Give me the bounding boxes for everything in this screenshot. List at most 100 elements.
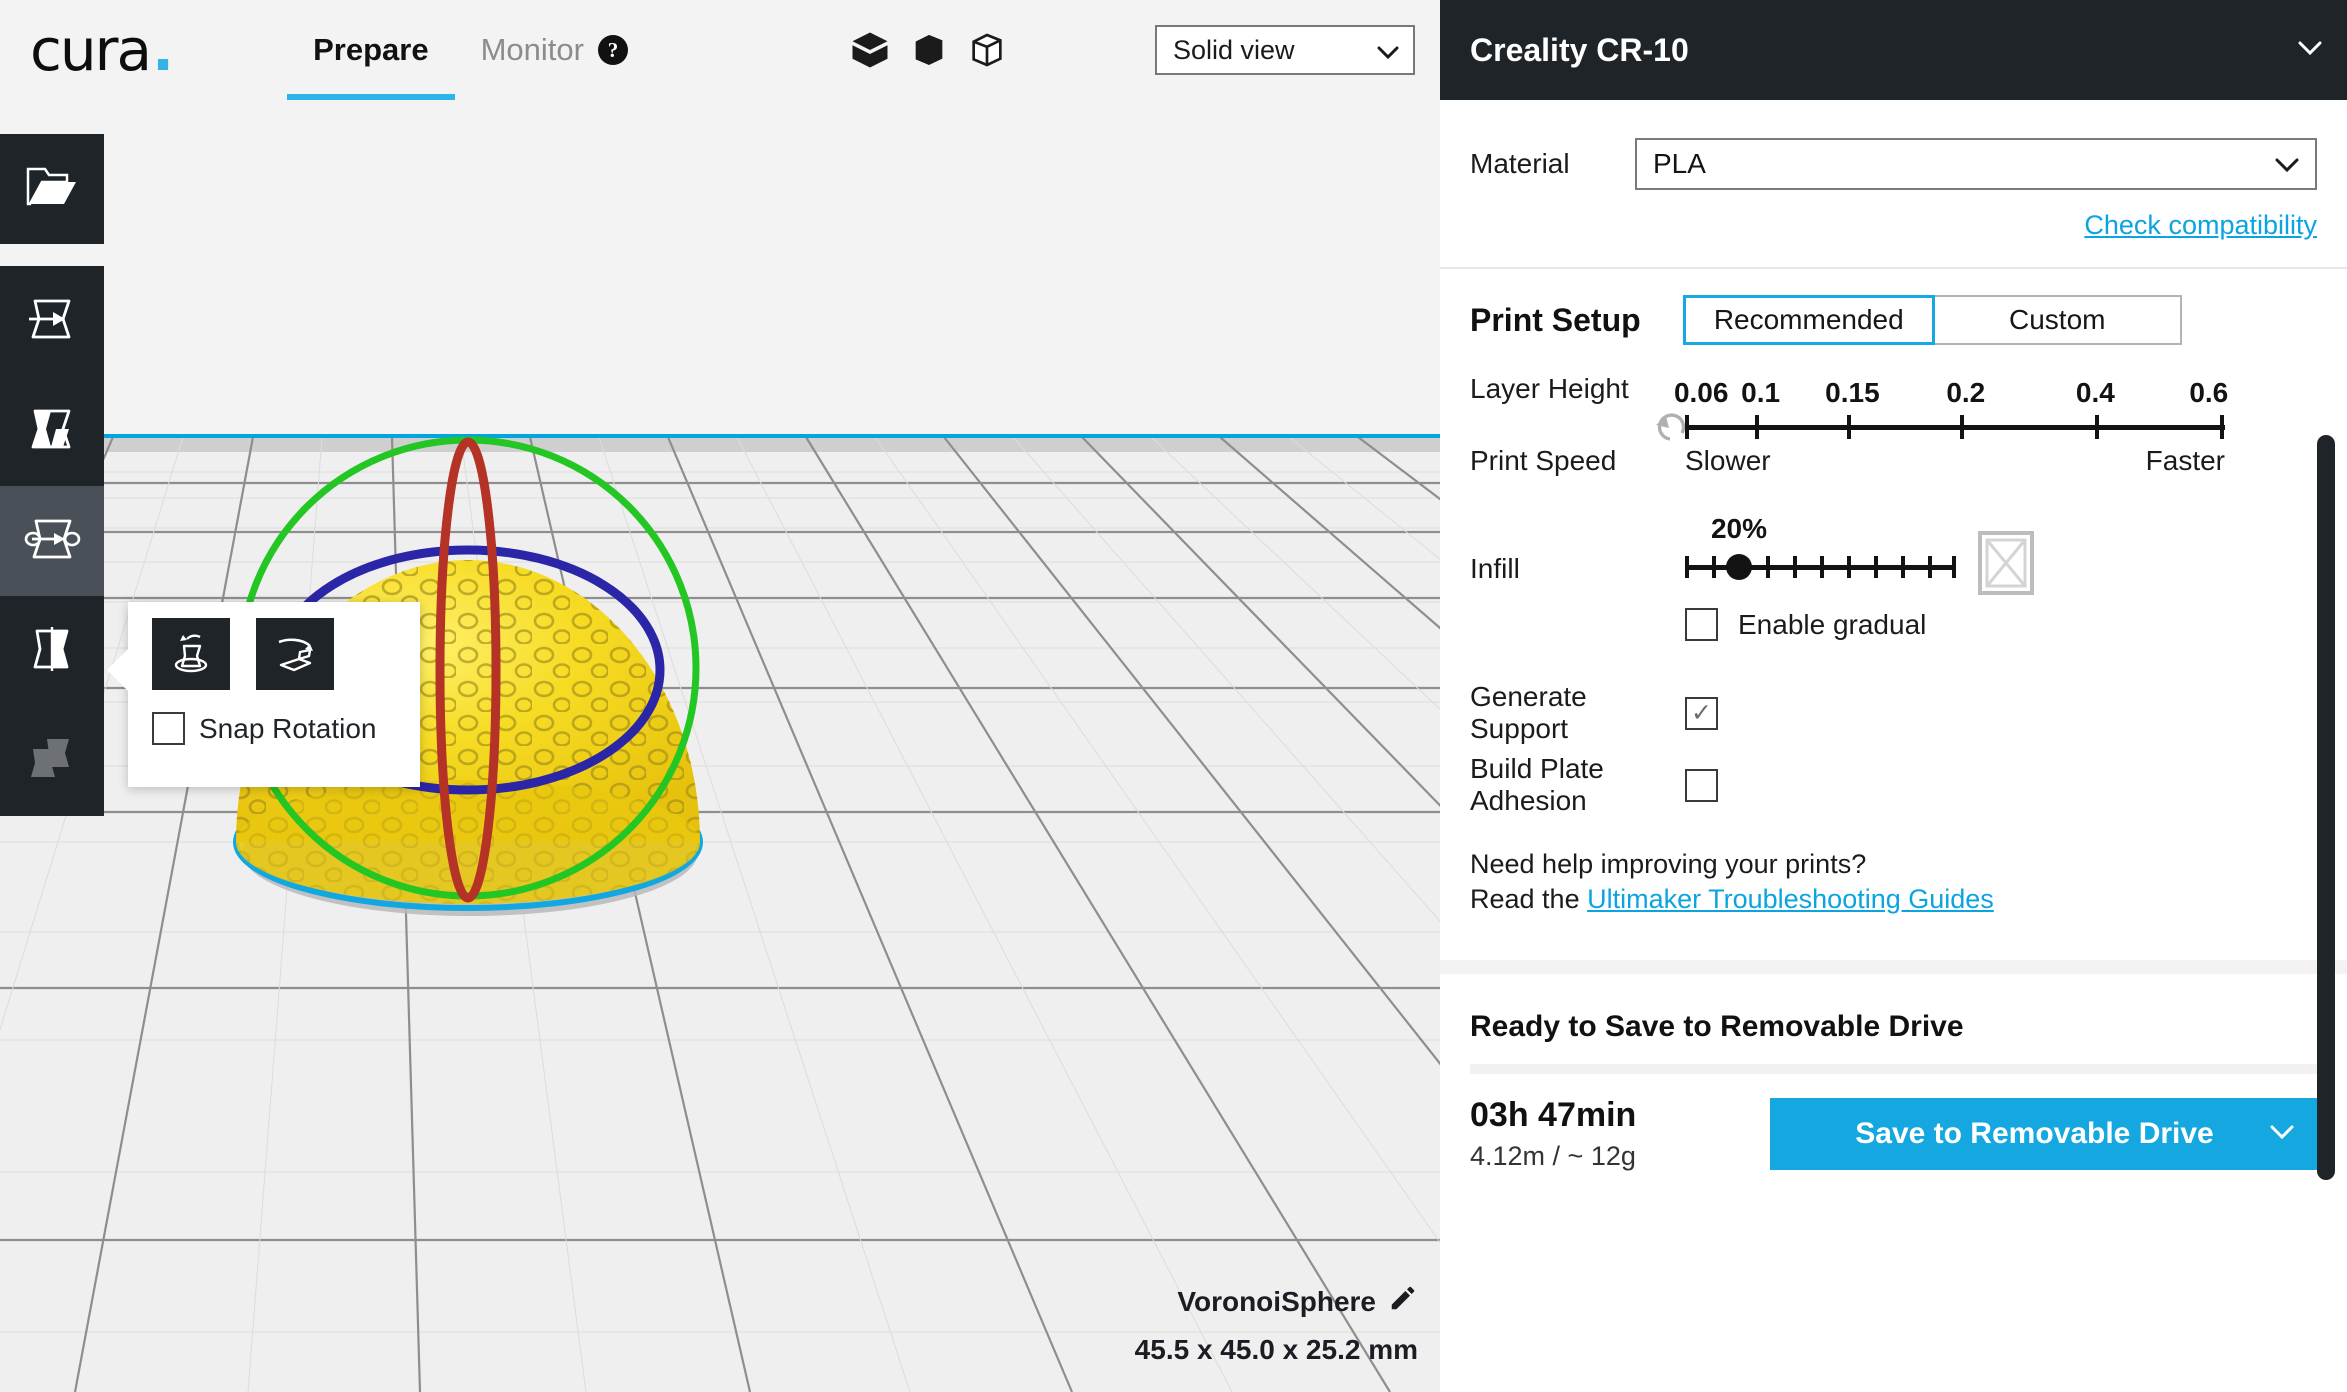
- view-mode-select[interactable]: Solid view: [1155, 25, 1415, 75]
- print-speed-endpoints: Slower Faster: [1685, 445, 2225, 477]
- tab-monitor[interactable]: Monitor ?: [455, 0, 654, 100]
- enable-gradual-label: Enable gradual: [1738, 608, 1927, 640]
- sidebar-scrollbar[interactable]: [2317, 435, 2335, 1180]
- layer-height-tick-label: 0.1: [1741, 377, 1781, 408]
- half-shaded-cube-icon[interactable]: [909, 30, 949, 70]
- cura-application-window: cura. Prepare Monitor ? Solid view Voron…: [0, 0, 2347, 1392]
- scale-model-icon: [21, 403, 83, 460]
- solid-cube-icon[interactable]: [849, 29, 891, 71]
- tool-per-model-settings[interactable]: [0, 706, 104, 816]
- mode-recommended-label: Recommended: [1713, 304, 1904, 335]
- layer-height-label: Layer Height: [1470, 373, 1629, 404]
- layer-height-tick: [1755, 415, 1760, 439]
- mode-custom-button[interactable]: Custom: [1932, 295, 2182, 345]
- tab-prepare-label: Prepare: [313, 32, 429, 67]
- infill-slider[interactable]: 20%: [1685, 513, 1957, 580]
- print-setup-mode-toggle: Recommended Custom: [1683, 295, 2182, 345]
- generate-support-row: Generate Support ✓: [1470, 681, 2317, 745]
- printer-selector[interactable]: Creality CR-10: [1440, 0, 2347, 100]
- generate-support-checkbox[interactable]: ✓: [1685, 696, 1718, 730]
- chevron-down-icon[interactable]: [2269, 1124, 2295, 1145]
- chevron-down-icon: [2275, 148, 2299, 180]
- compatibility-row: Check compatibility: [1470, 210, 2317, 241]
- check-mark-icon: ✓: [1691, 698, 1712, 727]
- cura-logo: cura.: [30, 21, 174, 79]
- tool-rotate[interactable]: [0, 486, 104, 596]
- tool-move[interactable]: [0, 266, 104, 376]
- infill-tick: [1874, 556, 1878, 578]
- material-label: Material: [1470, 148, 1570, 179]
- model-dimensions-label: 45.5 x 45.0 x 25.2 mm: [1134, 1334, 1418, 1365]
- layer-height-tick-label: 0.2: [1946, 377, 1986, 408]
- build-plate-adhesion-checkbox[interactable]: [1685, 768, 1718, 802]
- infill-tick: [1793, 556, 1797, 578]
- layer-height-tick-label: 0.4: [2075, 377, 2115, 408]
- help-line-1: Need help improving your prints?: [1470, 849, 1867, 879]
- save-row: 03h 47min 4.12m / ~ 12g Save to Removabl…: [1470, 1096, 2317, 1172]
- material-usage: 4.12m / ~ 12g: [1470, 1141, 1636, 1172]
- help-line-2-prefix: Read the: [1470, 883, 1588, 914]
- save-button-label: Save to Removable Drive: [1855, 1117, 2214, 1151]
- folder-open-icon: [23, 162, 81, 217]
- model-name-text: VoronoiSphere: [1177, 1285, 1376, 1317]
- material-select[interactable]: PLA: [1635, 138, 2317, 190]
- print-setup-header: Print Setup Recommended Custom: [1470, 295, 2317, 345]
- layer-height-tick-label: 0.15: [1825, 377, 1880, 408]
- layer-height-slider[interactable]: 0.06 0.1 0.15 0.2 0.4 0.6: [1674, 377, 2228, 439]
- pencil-icon[interactable]: [1388, 1283, 1418, 1320]
- tool-mirror[interactable]: [0, 596, 104, 706]
- enable-gradual-checkbox[interactable]: [1685, 608, 1718, 641]
- tool-scale[interactable]: [0, 376, 104, 486]
- infill-tick: [1712, 556, 1716, 578]
- build-plate-adhesion-label: Build Plate Adhesion: [1470, 753, 1604, 816]
- section-divider: [1440, 960, 2347, 975]
- tab-prepare[interactable]: Prepare: [287, 0, 456, 100]
- chevron-down-icon: [2297, 40, 2323, 61]
- move-model-icon: [21, 293, 83, 350]
- tool-open-file[interactable]: [0, 134, 104, 244]
- infill-tick: [1928, 556, 1932, 578]
- view-mode-icons: [849, 29, 1007, 71]
- infill-pattern-icon[interactable]: [1978, 531, 2034, 600]
- right-sidebar: Creality CR-10 Material PLA Check compat…: [1440, 0, 2347, 1392]
- outline-cube-icon[interactable]: [967, 30, 1007, 70]
- print-speed-slower-label: Slower: [1685, 445, 1771, 476]
- layer-height-tick: [2095, 415, 2100, 439]
- per-model-settings-icon: [21, 733, 83, 790]
- tab-monitor-label: Monitor: [480, 32, 584, 67]
- select-face-to-align-button[interactable]: [256, 618, 334, 690]
- rotate-options-popup: Snap Rotation: [107, 602, 420, 787]
- lay-flat-icon: [167, 629, 215, 680]
- troubleshooting-guides-link[interactable]: Ultimaker Troubleshooting Guides: [1587, 884, 1994, 914]
- infill-slider-handle[interactable]: [1726, 554, 1752, 580]
- check-compatibility-link[interactable]: Check compatibility: [2084, 210, 2317, 240]
- align-face-icon: [271, 629, 319, 680]
- printer-name: Creality CR-10: [1470, 31, 1689, 68]
- print-setup-section: Print Setup Recommended Custom Layer Hei…: [1440, 269, 2347, 817]
- layer-height-tick-label: 0.6: [2189, 377, 2229, 408]
- save-section: Ready to Save to Removable Drive 03h 47m…: [1440, 974, 2347, 1172]
- 3d-viewport[interactable]: VoronoiSphere 45.5 x 45.0 x 25.2 mm Snap…: [0, 100, 1440, 1392]
- mode-recommended-button[interactable]: Recommended: [1683, 295, 1935, 345]
- build-plate-adhesion-row: Build Plate Adhesion: [1470, 753, 2317, 817]
- save-to-removable-drive-button[interactable]: Save to Removable Drive: [1770, 1098, 2317, 1171]
- help-icon[interactable]: ?: [597, 35, 628, 65]
- layer-height-block: Layer Height Print Speed 0.06 0.1 0.15 0…: [1470, 373, 2317, 483]
- layer-height-tick: [1685, 415, 1689, 439]
- save-status-title: Ready to Save to Removable Drive: [1470, 1010, 1964, 1044]
- help-section: Need help improving your prints? Read th…: [1440, 817, 2347, 916]
- chevron-down-icon: [1377, 35, 1399, 66]
- lay-flat-button[interactable]: [152, 618, 230, 690]
- infill-tick: [1847, 556, 1851, 578]
- material-section: Material PLA Check compatibility: [1440, 100, 2347, 269]
- layer-height-tick: [2219, 415, 2224, 439]
- reset-arrow-icon[interactable]: [1653, 411, 1687, 448]
- print-estimate: 03h 47min 4.12m / ~ 12g: [1470, 1096, 1770, 1172]
- infill-block: Infill 20% Enable gradual: [1470, 513, 2317, 673]
- infill-value-label: 20%: [1710, 513, 1768, 544]
- rotate-popup-buttons: [128, 602, 420, 690]
- infill-tick: [1952, 556, 1957, 578]
- snap-rotation-checkbox[interactable]: [152, 712, 185, 745]
- generate-support-label: Generate Support: [1470, 681, 1587, 744]
- infill-tick: [1685, 556, 1689, 578]
